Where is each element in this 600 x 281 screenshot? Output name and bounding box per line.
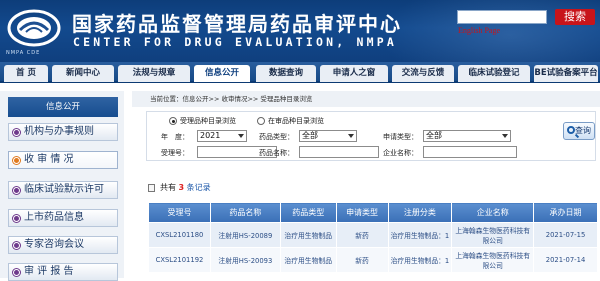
- drug-name-input[interactable]: [299, 146, 379, 158]
- sidebar-item-label: 临床试验默示许可: [24, 184, 104, 195]
- radio-accepted-catalog[interactable]: 受理品种目录浏览: [169, 116, 236, 126]
- nav-item-data-query[interactable]: 数据查询: [256, 65, 316, 82]
- results-table: 受理号 药品名称 药品类型 申请类型 注册分类 企业名称 承办日期 CXSL21…: [148, 202, 598, 273]
- column-header[interactable]: 注册分类: [387, 202, 453, 223]
- result-suffix: 条记录: [186, 183, 211, 192]
- nav-item-info-public[interactable]: 信息公开: [194, 65, 250, 82]
- sidebar-item-institution-rules[interactable]: 机构与办事规则: [8, 123, 118, 141]
- year-value: 2021: [200, 131, 221, 140]
- table-cell: 治疗用生物制品：1: [387, 222, 453, 248]
- radio-label: 在审品种目录浏览: [268, 117, 324, 125]
- document-icon: [148, 183, 155, 192]
- company-input[interactable]: [423, 146, 517, 158]
- nav-item-regulations[interactable]: 法规与规章: [118, 65, 190, 82]
- radio-label: 受理品种目录浏览: [180, 117, 236, 125]
- table-cell: 2021-07-15: [533, 222, 598, 248]
- bullet-icon: [13, 186, 20, 194]
- sidebar-item-expert-meeting[interactable]: 专家咨询会议: [8, 236, 118, 254]
- table-cell: 2021-07-14: [533, 247, 598, 273]
- column-header[interactable]: 药品类型: [279, 202, 337, 223]
- site-subtitle: CENTER FOR DRUG EVALUATION, NMPA: [73, 35, 397, 49]
- sidebar-item-label: 审 评 报 告: [24, 266, 74, 277]
- table-cell[interactable]: CXSL2101180: [148, 222, 211, 248]
- drug-name-label: 药品名称：: [259, 149, 294, 157]
- company-label: 企业名称：: [383, 149, 418, 157]
- column-header[interactable]: 申请类型: [335, 202, 389, 223]
- sidebar-item-review-reports[interactable]: 审 评 报 告: [8, 263, 118, 281]
- sidebar-item-clinical-implied-permission[interactable]: 临床试验默示许可: [8, 181, 118, 199]
- year-label: 年 度：: [161, 133, 189, 141]
- search-icon: [567, 126, 575, 134]
- column-header[interactable]: 企业名称: [451, 202, 535, 223]
- table-cell[interactable]: CXSL2101192: [148, 247, 211, 273]
- main-content: 当前位置：信息公开>> 收审情况>> 受理品种目录浏览 受理品种目录浏览 在审品…: [132, 85, 600, 278]
- bullet-icon: [13, 214, 20, 222]
- result-count: 共有 3 条记录: [148, 182, 211, 193]
- apply-type-label: 申请类型：: [383, 133, 418, 141]
- table-cell: 上海翰森生物医药科技有限公司: [451, 222, 535, 248]
- radio-in-review-catalog[interactable]: 在审品种目录浏览: [257, 116, 324, 126]
- table-cell: 治疗用生物制品：1: [387, 247, 453, 273]
- bullet-icon: [13, 156, 20, 164]
- table-cell: 上海翰森生物医药科技有限公司: [451, 247, 535, 273]
- column-header[interactable]: 承办日期: [533, 202, 598, 223]
- drug-type-value: 全部: [302, 131, 318, 140]
- table-header-row: 受理号 药品名称 药品类型 申请类型 注册分类 企业名称 承办日期: [148, 202, 598, 223]
- drug-type-select[interactable]: 全部: [299, 130, 357, 142]
- sidebar-item-acceptance-status[interactable]: 收 审 情 况: [8, 151, 118, 169]
- column-header[interactable]: 受理号: [148, 202, 211, 223]
- radio-unselected-icon: [257, 117, 265, 125]
- logo-caption: NMPA CDE: [6, 50, 41, 56]
- sidebar-item-label: 上市药品信息: [24, 212, 84, 223]
- nav-item-applicant-window[interactable]: 申请人之窗: [320, 65, 388, 82]
- main-nav: 首 页 新闻中心 法规与规章 信息公开 数据查询 申请人之窗 交流与反馈 临床试…: [0, 62, 600, 83]
- table-row[interactable]: CXSL2101192 注射用HS-20093 治疗用生物制品 新药 治疗用生物…: [148, 247, 598, 273]
- nav-item-feedback[interactable]: 交流与反馈: [392, 65, 454, 82]
- bullet-icon: [13, 128, 20, 136]
- chevron-down-icon: [502, 134, 508, 138]
- chevron-down-icon: [348, 134, 354, 138]
- nav-item-clinical-trial[interactable]: 临床试验登记: [458, 65, 530, 82]
- site-search-button[interactable]: 搜索: [555, 9, 595, 25]
- sidebar: 信息公开 机构与办事规则 收 审 情 况 临床试验默示许可 上市药品信息 专家咨…: [0, 85, 124, 281]
- apply-type-select[interactable]: 全部: [423, 130, 511, 142]
- result-prefix: 共有: [160, 183, 176, 192]
- site-header: NMPA CDE 国家药品监督管理局药品审评中心 CENTER FOR DRUG…: [0, 0, 600, 62]
- nav-item-news[interactable]: 新闻中心: [52, 65, 114, 82]
- year-select[interactable]: 2021: [197, 130, 247, 142]
- radio-selected-icon: [169, 117, 177, 125]
- result-number: 3: [178, 183, 185, 192]
- filter-panel: 受理品种目录浏览 在审品种目录浏览 年 度： 2021 药品类型： 全部 申请类…: [146, 111, 596, 161]
- bullet-icon: [13, 268, 20, 276]
- query-button-label: 查询: [575, 126, 591, 135]
- site-title: 国家药品监督管理局药品审评中心: [72, 12, 402, 36]
- chevron-down-icon: [238, 134, 244, 138]
- column-header[interactable]: 药品名称: [209, 202, 281, 223]
- sidebar-item-label: 专家咨询会议: [24, 239, 84, 250]
- apply-type-value: 全部: [426, 131, 442, 140]
- bullet-icon: [13, 241, 20, 249]
- table-cell: 注射用HS-20093: [209, 247, 281, 273]
- breadcrumb: 当前位置：信息公开>> 收审情况>> 受理品种目录浏览: [132, 91, 600, 107]
- english-page-link[interactable]: English Page: [458, 26, 500, 35]
- sidebar-item-label: 机构与办事规则: [24, 126, 94, 137]
- table-row[interactable]: CXSL2101180 注射用HS-20089 治疗用生物制品 新药 治疗用生物…: [148, 222, 598, 248]
- drug-type-label: 药品类型：: [259, 133, 294, 141]
- table-cell: 注射用HS-20089: [209, 222, 281, 248]
- sidebar-item-label: 收 审 情 况: [24, 154, 74, 165]
- query-button[interactable]: 查询: [563, 122, 595, 140]
- table-cell: 新药: [335, 247, 389, 273]
- site-search-input[interactable]: [457, 10, 547, 24]
- table-cell: 治疗用生物制品: [279, 247, 337, 273]
- nav-item-be-platform[interactable]: BE试验备案平台: [534, 65, 598, 82]
- accept-no-label: 受理号：: [161, 149, 189, 157]
- sidebar-heading: 信息公开: [8, 97, 118, 117]
- sidebar-item-marketed-drug-info[interactable]: 上市药品信息: [8, 209, 118, 227]
- table-cell: 新药: [335, 222, 389, 248]
- table-cell: 治疗用生物制品: [279, 222, 337, 248]
- nmpa-cde-logo-icon[interactable]: [6, 8, 62, 52]
- nav-item-home[interactable]: 首 页: [4, 65, 48, 82]
